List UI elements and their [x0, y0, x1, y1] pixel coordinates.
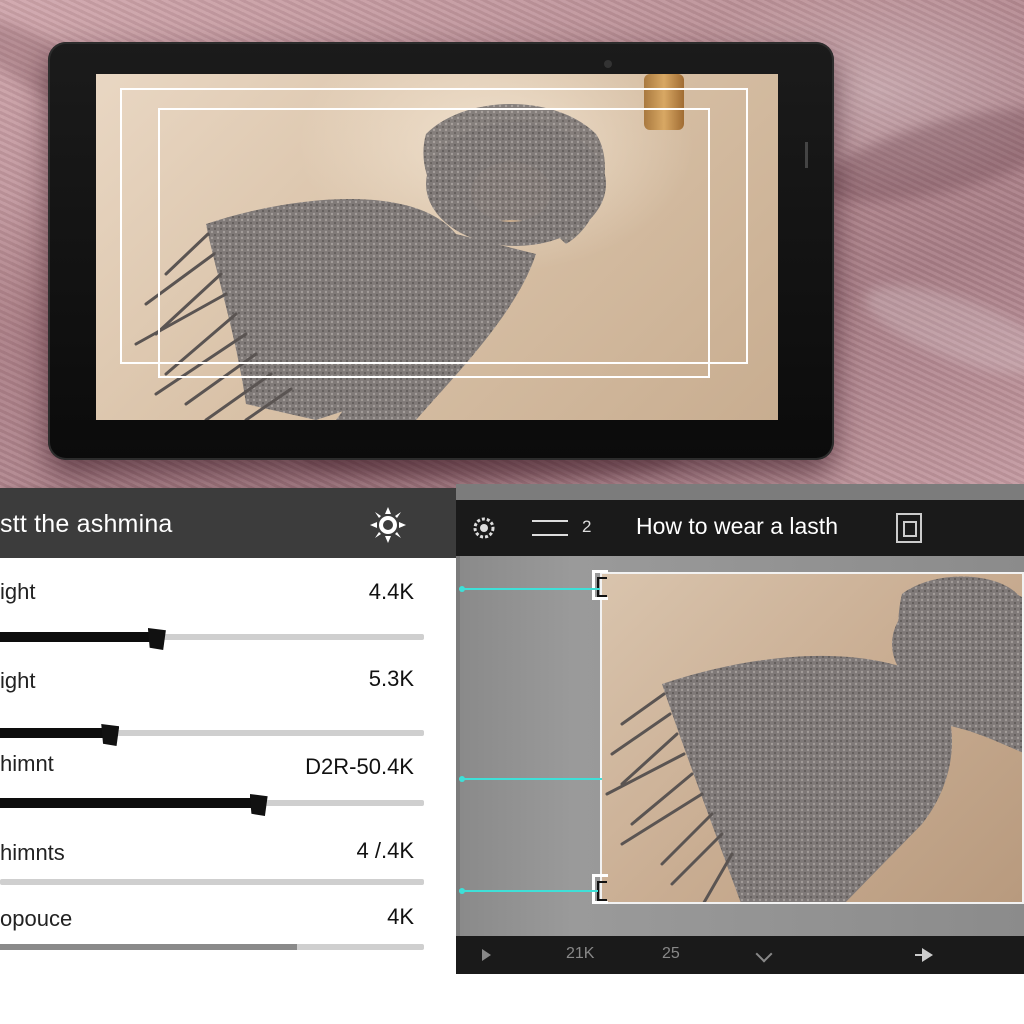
time-label: 21K [566, 945, 595, 962]
video-preview-frame[interactable] [600, 572, 1024, 904]
slider-fill [0, 944, 297, 950]
bottom-margin [0, 974, 1024, 1024]
crop-handle-top[interactable] [592, 570, 608, 600]
setting-slider[interactable] [0, 628, 424, 650]
slider-knob[interactable] [101, 724, 120, 746]
setting-label: himnts [0, 840, 65, 865]
item-count: 2 [582, 517, 592, 536]
fabric-fold [855, 267, 1024, 393]
guide-line [459, 888, 598, 894]
settings-panel: stt the ashmina ight 4.4K ight 5.3K himn… [0, 488, 456, 974]
menu-icon[interactable] [532, 520, 568, 536]
slider-knob[interactable] [147, 628, 166, 650]
setting-label: ight [0, 579, 36, 604]
scarf-image [134, 104, 606, 420]
settings-title: stt the ashmina [0, 510, 173, 538]
slider-fill [0, 632, 157, 642]
scarf-video-image [605, 576, 1022, 902]
video-title: How to wear a lasth [636, 513, 838, 539]
sun-gear-icon[interactable] [366, 503, 410, 547]
video-header: 2 How to wear a lasth [456, 500, 1024, 556]
fabric-fold [815, 89, 1024, 221]
slider-fill [0, 798, 259, 808]
setting-value: 4K [387, 904, 414, 929]
frame-icon[interactable] [896, 513, 922, 543]
setting-slider[interactable] [0, 724, 424, 746]
camera-dot [604, 60, 612, 68]
setting-slider[interactable] [0, 879, 424, 885]
setting-value: 5.3K [368, 666, 414, 691]
setting-slider[interactable] [0, 794, 424, 816]
gear-icon[interactable] [470, 514, 498, 542]
time-label: 25 [662, 945, 680, 962]
tablet-device [48, 42, 834, 460]
guide-line [459, 586, 600, 592]
setting-value: 4 /.4K [356, 838, 414, 863]
play-icon[interactable] [482, 949, 491, 961]
tablet-screen[interactable] [96, 74, 778, 420]
video-canvas[interactable] [459, 556, 1024, 936]
settings-header: stt the ashmina [0, 488, 456, 558]
next-icon[interactable] [915, 948, 933, 962]
video-footer: 21K 25 [456, 936, 1024, 974]
setting-label: himnt [0, 751, 54, 776]
chevron-down-icon[interactable] [755, 945, 773, 963]
setting-label: opouce [0, 906, 73, 931]
setting-label: ight [0, 668, 36, 693]
setting-value: D2R-50.4K [305, 754, 414, 779]
tablet-side-button [805, 142, 808, 168]
video-panel: 2 How to wear a lasth 21K 25 [456, 484, 1024, 974]
slider-knob[interactable] [249, 794, 268, 816]
setting-value: 4.4K [368, 579, 414, 604]
slider-fill [0, 728, 111, 738]
setting-slider[interactable] [0, 944, 424, 950]
guide-line [459, 776, 602, 782]
crop-handle-bottom[interactable] [592, 874, 608, 904]
